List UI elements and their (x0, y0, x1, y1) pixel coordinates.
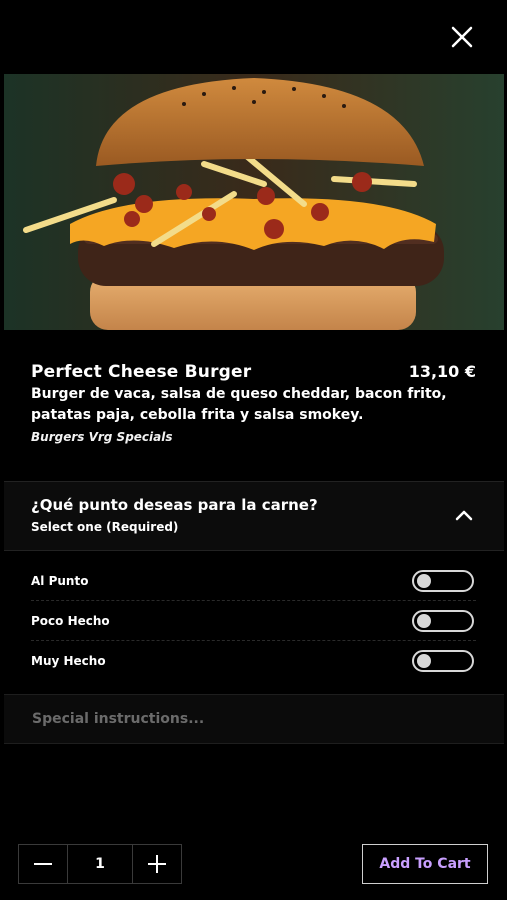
option-toggle[interactable] (412, 569, 474, 592)
add-to-cart-button[interactable]: Add To Cart (362, 844, 488, 884)
product-description: Burger de vaca, salsa de queso cheddar, … (31, 386, 447, 423)
product-category: Burgers Vrg Specials (31, 430, 173, 444)
product-info: Perfect Cheese Burger 13,10 € Burger de … (31, 362, 476, 444)
chevron-up-icon[interactable] (454, 508, 474, 522)
minus-icon (34, 863, 52, 865)
option-poco-hecho[interactable]: Poco Hecho (31, 601, 476, 641)
special-instructions-input[interactable] (4, 695, 504, 743)
product-image (4, 74, 504, 330)
product-price: 13,10 € (408, 362, 476, 381)
modifier-title: ¿Qué punto deseas para la carne? (31, 496, 318, 514)
close-button[interactable] (447, 22, 477, 52)
plus-icon (148, 855, 166, 873)
decrease-quantity-button[interactable] (19, 845, 67, 883)
option-label: Al Punto (31, 573, 89, 588)
option-label: Poco Hecho (31, 613, 110, 628)
toggle-knob (417, 573, 431, 588)
increase-quantity-button[interactable] (133, 845, 181, 883)
close-icon (451, 26, 473, 48)
option-muy-hecho[interactable]: Muy Hecho (31, 641, 476, 681)
modifier-options: Al Punto Poco Hecho Muy Hecho (31, 561, 476, 681)
product-name: Perfect Cheese Burger (31, 362, 252, 382)
modifier-group-header[interactable]: ¿Qué punto deseas para la carne? Select … (4, 481, 504, 551)
toggle-knob (417, 654, 431, 668)
quantity-stepper: 1 (18, 844, 182, 884)
option-toggle[interactable] (412, 650, 474, 672)
toggle-knob (417, 613, 431, 628)
option-label: Muy Hecho (31, 654, 106, 668)
option-al-punto[interactable]: Al Punto (31, 561, 476, 601)
special-instructions-container (4, 694, 504, 744)
option-toggle[interactable] (412, 609, 474, 632)
add-to-cart-label: Add To Cart (379, 856, 471, 872)
quantity-value: 1 (67, 845, 133, 883)
modifier-subtitle: Select one (Required) (31, 520, 179, 534)
